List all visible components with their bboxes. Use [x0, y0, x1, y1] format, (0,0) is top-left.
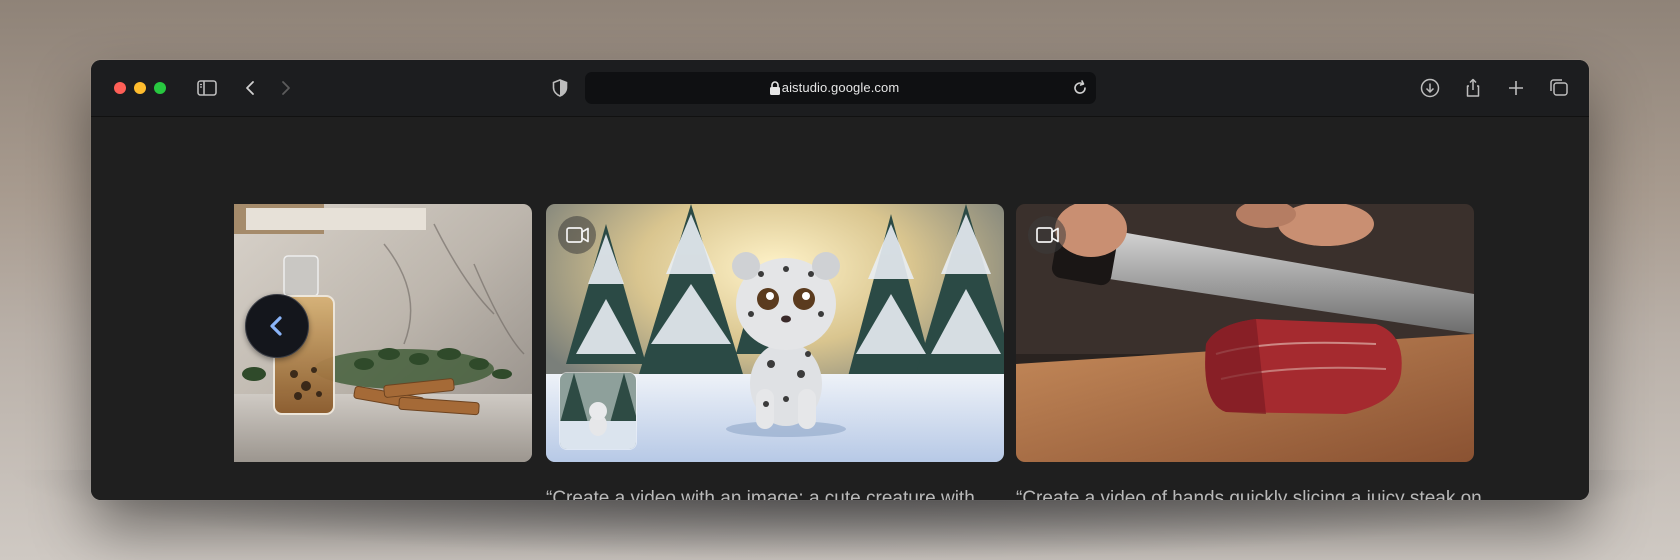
- zoom-window-button[interactable]: [154, 82, 166, 94]
- video-camera-icon: [1028, 216, 1066, 254]
- tabs-overview-icon[interactable]: [1547, 76, 1571, 100]
- card-caption: “Create a video with an image: a cute cr…: [546, 488, 975, 500]
- page-content: “Create a video with an image: a cute cr…: [91, 117, 1589, 500]
- address-bar[interactable]: aistudio.google.com: [585, 72, 1096, 104]
- gallery-card-steak[interactable]: [1016, 204, 1474, 462]
- chevron-left-icon: [270, 316, 282, 336]
- steak-video-preview: [1016, 204, 1474, 462]
- card-caption: “Create a video of hands quickly slicing…: [1016, 488, 1482, 500]
- download-icon[interactable]: [1418, 76, 1442, 100]
- reload-icon[interactable]: [1070, 78, 1090, 98]
- shield-icon[interactable]: [548, 76, 572, 100]
- share-icon[interactable]: [1461, 76, 1485, 100]
- browser-window: aistudio.google.com “Create a video with…: [91, 60, 1589, 500]
- gallery-card-snow-leopard[interactable]: [546, 204, 1004, 462]
- browser-toolbar: aistudio.google.com: [91, 60, 1589, 117]
- forward-icon[interactable]: [273, 76, 297, 100]
- back-icon[interactable]: [239, 76, 263, 100]
- source-image-thumbnail[interactable]: [559, 372, 637, 450]
- url-text: aistudio.google.com: [781, 80, 900, 95]
- new-tab-icon[interactable]: [1504, 76, 1528, 100]
- sidebar-icon[interactable]: [195, 76, 219, 100]
- minimize-window-button[interactable]: [134, 82, 146, 94]
- close-window-button[interactable]: [114, 82, 126, 94]
- carousel-previous-button[interactable]: [245, 294, 309, 358]
- video-camera-icon: [558, 216, 596, 254]
